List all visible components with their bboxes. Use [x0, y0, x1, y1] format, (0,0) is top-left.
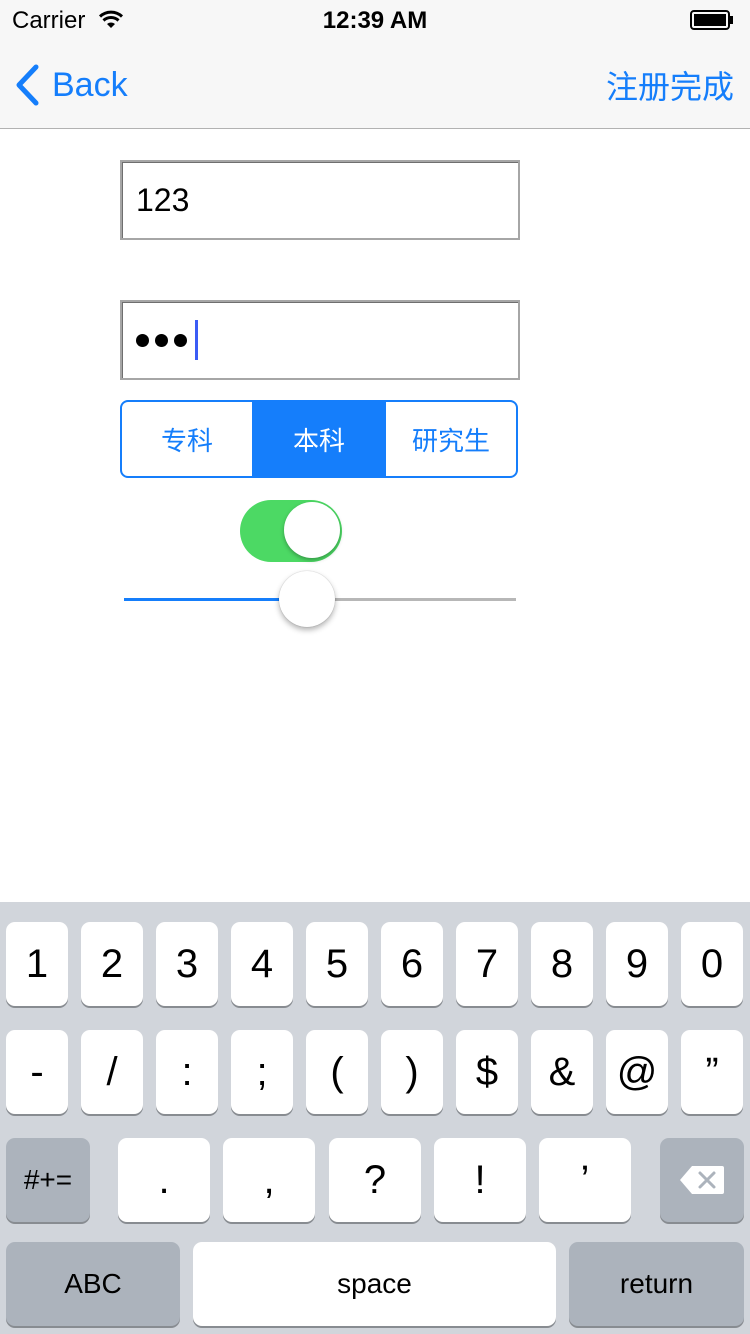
key-3[interactable]: 3	[156, 922, 218, 1006]
chevron-left-icon	[16, 64, 39, 106]
key-question[interactable]: ?	[329, 1138, 421, 1222]
key-close-paren[interactable]: )	[381, 1030, 443, 1114]
key-hyphen[interactable]: -	[6, 1030, 68, 1114]
key-1[interactable]: 1	[6, 922, 68, 1006]
key-exclamation[interactable]: !	[434, 1138, 526, 1222]
key-semicolon[interactable]: ;	[231, 1030, 293, 1114]
battery-icon	[690, 10, 733, 30]
key-open-paren[interactable]: (	[306, 1030, 368, 1114]
space-key[interactable]: space	[193, 1242, 556, 1326]
key-8[interactable]: 8	[531, 922, 593, 1006]
key-at[interactable]: @	[606, 1030, 668, 1114]
status-time: 12:39 AM	[322, 7, 428, 34]
key-0[interactable]: 0	[681, 922, 743, 1006]
key-6[interactable]: 6	[381, 922, 443, 1006]
password-dot	[174, 333, 187, 347]
key-4[interactable]: 4	[231, 922, 293, 1006]
password-dot	[155, 333, 168, 347]
slider-thumb[interactable]	[278, 571, 335, 627]
key-comma[interactable]: ,	[223, 1138, 315, 1222]
value-slider[interactable]	[124, 570, 516, 628]
username-input[interactable]	[122, 162, 506, 238]
back-label: Back	[52, 65, 128, 104]
segment-zhuanke[interactable]: 专科	[122, 402, 252, 476]
password-masked-value	[136, 302, 198, 378]
username-field[interactable]	[120, 160, 520, 240]
key-7[interactable]: 7	[456, 922, 518, 1006]
key-symbols-toggle[interactable]: #+=	[6, 1138, 90, 1222]
key-quote[interactable]: ”	[681, 1030, 743, 1114]
key-9[interactable]: 9	[606, 922, 668, 1006]
back-button[interactable]: Back	[14, 60, 128, 110]
toggle-switch[interactable]	[240, 500, 342, 562]
key-ampersand[interactable]: &	[531, 1030, 593, 1114]
key-period[interactable]: .	[118, 1138, 210, 1222]
numeric-keyboard: 1 2 3 4 5 6 7 8 9 0 - / : ; ( ) $ & @ ” …	[0, 902, 750, 1334]
password-dot	[136, 333, 149, 347]
register-done-button[interactable]: 注册完成	[606, 62, 734, 108]
degree-segmented-control[interactable]: 专科 本科 研究生	[120, 400, 518, 478]
return-key[interactable]: return	[569, 1242, 744, 1326]
segment-yanjiusheng[interactable]: 研究生	[384, 402, 516, 476]
key-slash[interactable]: /	[81, 1030, 143, 1114]
key-apostrophe[interactable]: ’	[539, 1138, 631, 1222]
delete-key[interactable]	[660, 1138, 744, 1222]
key-5[interactable]: 5	[306, 922, 368, 1006]
key-colon[interactable]: :	[156, 1030, 218, 1114]
navigation-bar: Carrier 12:39 AM Back 注册完成	[0, 0, 750, 129]
slider-track-max	[306, 598, 516, 601]
segment-benke[interactable]: 本科	[252, 402, 384, 476]
text-caret	[195, 320, 198, 360]
key-2[interactable]: 2	[81, 922, 143, 1006]
key-abc[interactable]: ABC	[6, 1242, 180, 1326]
backspace-icon	[680, 1166, 724, 1194]
switch-knob	[284, 502, 340, 558]
password-field[interactable]	[120, 300, 520, 380]
key-dollar[interactable]: $	[456, 1030, 518, 1114]
